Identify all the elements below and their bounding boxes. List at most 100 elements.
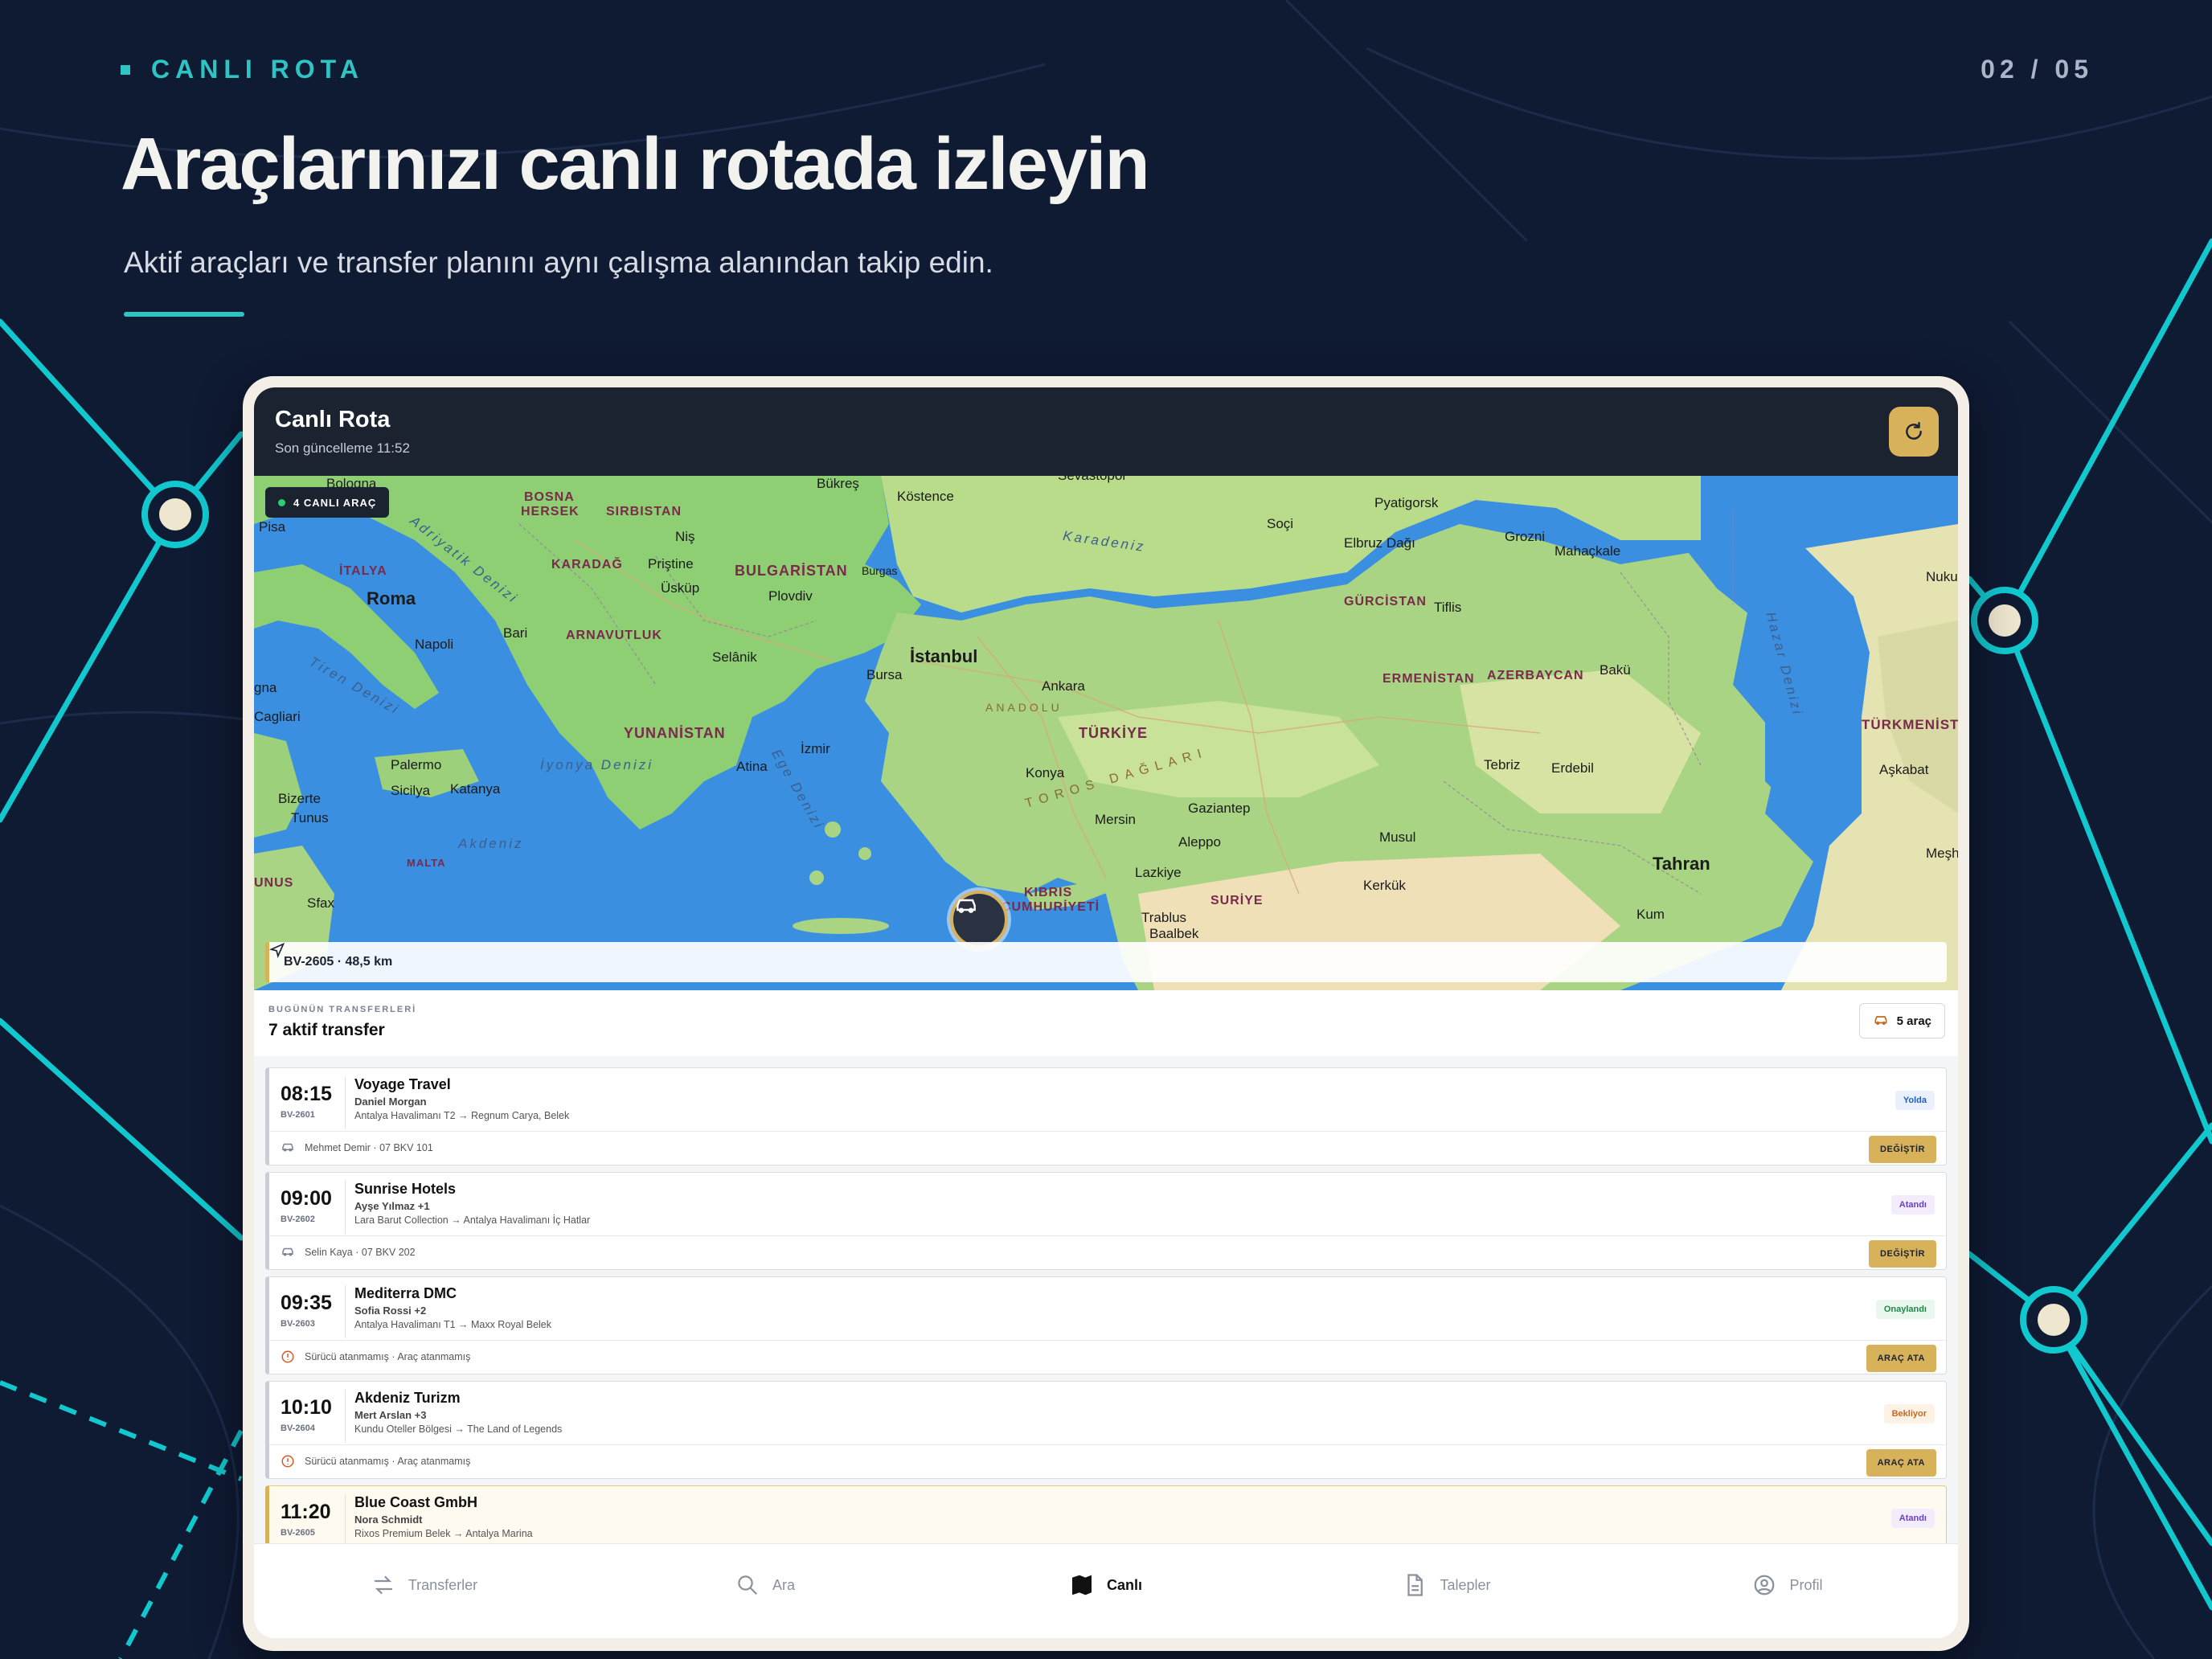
tab-label: Canlı (1106, 1576, 1142, 1593)
map-label: TÜRKMENİSTAN (1862, 717, 1958, 732)
car-icon (956, 899, 976, 913)
transfer-time: 09:00 (281, 1187, 332, 1210)
change-driver-button[interactable]: DEĞİŞTİR (1869, 1240, 1936, 1268)
divider (269, 1235, 1946, 1236)
divider (345, 1285, 346, 1338)
kicker-square (121, 64, 130, 75)
status-badge: Bekliyor (1883, 1404, 1935, 1423)
map-label: Nuku (1926, 569, 1958, 584)
transfer-route: Rixos Premium Belek → Antalya Marina (354, 1528, 533, 1539)
refresh-button[interactable] (1889, 407, 1939, 457)
map-label: Cagliari (254, 709, 301, 724)
transfer-time: 08:15 (281, 1083, 332, 1105)
map-label: İyonya Denizi (540, 757, 654, 772)
car-icon (282, 1143, 293, 1152)
divider (345, 1181, 346, 1234)
alert-icon (281, 1455, 294, 1468)
vehicle-count: 5 araç (1896, 1014, 1931, 1028)
status-badge: Atandı (1890, 1509, 1935, 1528)
route-chip-text: BV-2605 · 48,5 km (284, 955, 393, 969)
page-title: Canlı Rota (275, 407, 391, 432)
map-label: KIBRIS (1024, 886, 1073, 899)
map-label: Baalbek (1149, 926, 1199, 941)
divider (269, 1340, 1946, 1341)
map-label: Mersin (1095, 812, 1137, 827)
vehicle-marker[interactable] (950, 891, 1008, 948)
map-label: Katanya (450, 781, 501, 797)
map-label: Köstence (897, 489, 954, 504)
tab-transferler[interactable]: Transferler (254, 1544, 595, 1638)
map-label: AZERBAYCAN (1487, 669, 1584, 682)
map-label: Sicilya (391, 783, 431, 798)
map-label: TÜRKİYE (1079, 725, 1149, 741)
map-label: Bizerte (278, 791, 321, 806)
slide-pager: 02 / 05 (1981, 55, 2093, 84)
assign-vehicle-button[interactable]: ARAÇ ATA (1866, 1449, 1936, 1477)
transfer-route: Lara Barut Collection → Antalya Havalima… (354, 1215, 591, 1226)
transfer-card[interactable]: 09:00 BV-2602 Sunrise Hotels Ayşe Yılmaz… (265, 1172, 1947, 1270)
tab-profil[interactable]: Profil (1617, 1544, 1958, 1638)
passenger-name: Mert Arslan +3 (354, 1409, 427, 1421)
car-icon (282, 1247, 293, 1256)
company-name: Voyage Travel (354, 1076, 451, 1092)
transfer-code: BV-2604 (281, 1423, 315, 1433)
company-name: Akdeniz Turizm (354, 1390, 461, 1406)
map-label: Roma (367, 588, 416, 608)
map-label: Plovdiv (768, 588, 813, 604)
map-label: Bari (503, 625, 528, 641)
transfer-card[interactable]: 10:10 BV-2604 Akdeniz Turizm Mert Arslan… (265, 1381, 1947, 1479)
map-label: Aşkabat (1879, 762, 1929, 777)
map-label: Soçi (1267, 516, 1294, 531)
summary-label: BUGÜNÜN TRANSFERLERİ (268, 1005, 417, 1014)
map-label: ARNAVUTLUK (566, 629, 662, 642)
passenger-name: Ayşe Yılmaz +1 (354, 1200, 430, 1212)
transfer-card[interactable]: 09:35 BV-2603 Mediterra DMC Sofia Rossi … (265, 1276, 1947, 1374)
map-label: Meşh (1926, 846, 1958, 861)
map-label: Tebriz (1484, 757, 1521, 772)
transfer-time: 09:35 (281, 1292, 332, 1314)
live-vehicle-count: 4 CANLI ARAÇ (293, 496, 377, 509)
status-badge: Yolda (1895, 1091, 1935, 1110)
assign-vehicle-button[interactable]: ARAÇ ATA (1866, 1345, 1936, 1372)
map-icon (1071, 1575, 1092, 1596)
map-label: HERSEK (521, 505, 580, 518)
map-label: ANADOLU (985, 701, 1063, 714)
tab-canli[interactable]: Canlı (936, 1544, 1276, 1638)
map-label: Bakü (1600, 662, 1631, 678)
map-label: Niş (675, 529, 695, 544)
map-label: Lazkiye (1135, 865, 1182, 880)
map-label: Gaziantep (1188, 801, 1251, 816)
map-label: Mahaçkale (1555, 543, 1621, 559)
map-label: İstanbul (910, 646, 978, 666)
tab-talepler[interactable]: Talepler (1276, 1544, 1617, 1638)
driver-text: Sürücü atanmamış · Araç atanmamış (305, 1456, 471, 1467)
map-label: BOSNA (524, 490, 575, 504)
document-icon (1407, 1574, 1423, 1596)
divider (345, 1076, 346, 1129)
transfer-route: Antalya Havalimanı T1 → Maxx Royal Belek (354, 1319, 552, 1330)
app-screen: Canlı Rota Son güncelleme 11:52 Bologna … (254, 387, 1958, 1638)
tab-ara[interactable]: Ara (595, 1544, 936, 1638)
transfer-card-selected[interactable]: 11:20 BV-2605 Blue Coast GmbH Nora Schmi… (265, 1485, 1947, 1543)
status-badge: Atandı (1890, 1195, 1935, 1215)
live-map[interactable]: Bologna Pisa İTALYA Roma Napoli Bari Cag… (254, 476, 1958, 990)
map-label: Ankara (1042, 678, 1085, 694)
transfers-summary: BUGÜNÜN TRANSFERLERİ 7 aktif transfer 5 … (254, 990, 1958, 1057)
passenger-name: Nora Schmidt (354, 1514, 423, 1526)
map-label: Kum (1636, 907, 1665, 922)
map-label: Bursa (866, 667, 903, 682)
map-label: Tahran (1653, 854, 1710, 874)
map-label: Üsküp (661, 580, 700, 596)
slide-kicker: CANLI ROTA (121, 55, 364, 84)
change-driver-button[interactable]: DEĞİŞTİR (1869, 1136, 1936, 1163)
refresh-icon (1906, 421, 1922, 440)
transfer-card[interactable]: 08:15 BV-2601 Voyage Travel Daniel Morga… (265, 1067, 1947, 1165)
vehicle-count-button[interactable]: 5 araç (1858, 1003, 1945, 1038)
map-label: İzmir (801, 741, 830, 756)
map-label: gna (254, 680, 277, 695)
tab-label: Transferler (408, 1576, 478, 1593)
selected-route-chip[interactable]: BV-2605 · 48,5 km (265, 942, 1947, 982)
map-label: Tiflis (1434, 600, 1462, 615)
transfer-arrows-icon (374, 1575, 392, 1595)
transfer-list[interactable]: 08:15 BV-2601 Voyage Travel Daniel Morga… (254, 1056, 1958, 1543)
